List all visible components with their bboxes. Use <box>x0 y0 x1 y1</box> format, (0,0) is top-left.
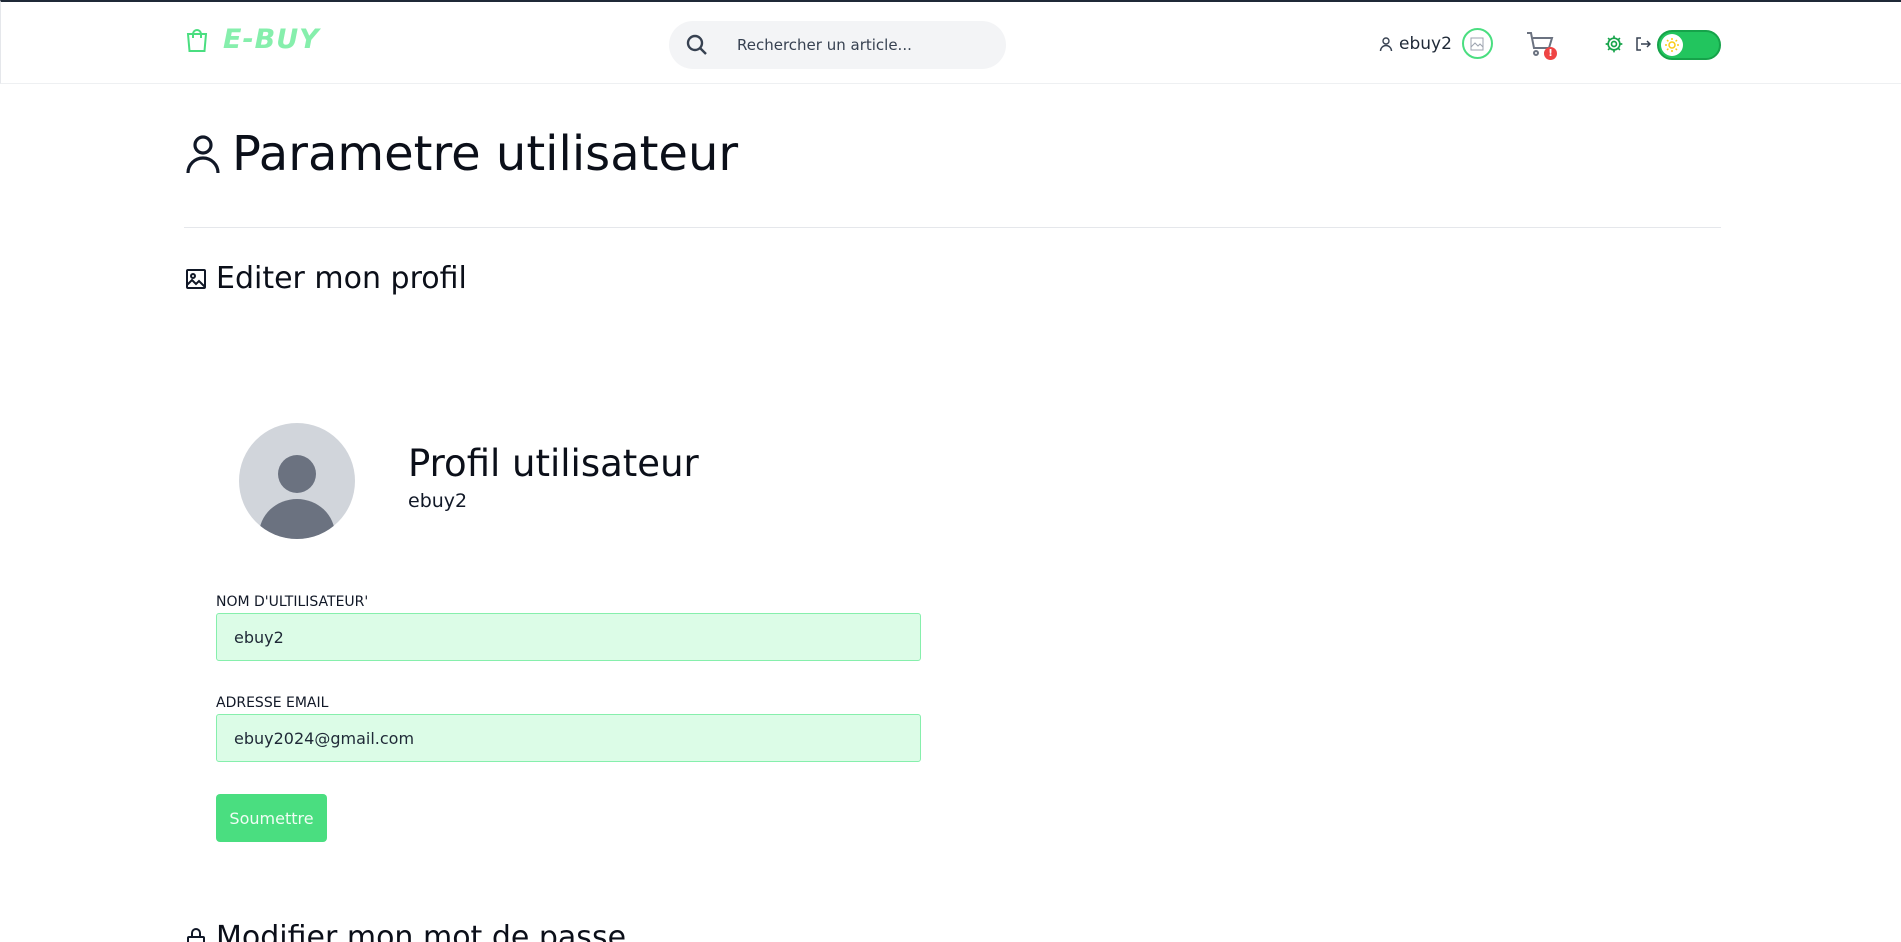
email-label: ADRESSE EMAIL <box>216 695 329 711</box>
edit-profile-heading: Editer mon profil <box>184 261 467 296</box>
image-icon <box>186 268 206 289</box>
password-title: Modifier mon mot de passe <box>216 920 627 942</box>
edit-profile-title: Editer mon profil <box>216 261 467 296</box>
email-field[interactable]: ebuy2024@gmail.com <box>216 714 921 762</box>
search-input[interactable]: Rechercher un article... <box>737 36 912 54</box>
page-title-text: Parametre utilisateur <box>232 126 739 182</box>
cart-badge: ! <box>1544 47 1557 60</box>
search-bar[interactable]: Rechercher un article... <box>669 21 1006 69</box>
brand-name: E-BUY <box>223 24 320 55</box>
profile-heading: Profil utilisateur <box>408 442 699 485</box>
profile-avatar[interactable] <box>239 423 355 539</box>
theme-toggle[interactable] <box>1657 30 1721 60</box>
cart-button[interactable]: ! <box>1525 30 1557 60</box>
profile-username: ebuy2 <box>408 490 468 512</box>
username-label: NOM D'ULTILISATEUR' <box>216 594 369 610</box>
default-avatar-icon <box>259 455 335 539</box>
username-field-value[interactable]: ebuy2 <box>234 628 284 647</box>
user-menu[interactable]: ebuy2 <box>1379 28 1493 59</box>
divider <box>184 227 1721 228</box>
logout-icon[interactable] <box>1635 36 1651 52</box>
lock-icon <box>187 927 205 942</box>
search-icon <box>686 34 707 55</box>
submit-button[interactable]: Soumettre <box>216 794 327 842</box>
sun-icon <box>1665 38 1679 52</box>
header-username[interactable]: ebuy2 <box>1399 34 1452 54</box>
password-heading: Modifier mon mot de passe <box>184 920 626 942</box>
toggle-knob <box>1661 34 1683 56</box>
header-avatar[interactable] <box>1461 28 1493 59</box>
broken-image-icon <box>1470 37 1484 50</box>
username-field[interactable]: ebuy2 <box>216 613 921 661</box>
settings-gear-icon[interactable] <box>1604 34 1624 54</box>
top-navbar: E-BUY Rechercher un article... ebuy2 ! <box>0 0 1901 84</box>
user-icon <box>1379 36 1393 51</box>
user-outline-icon <box>186 135 220 174</box>
brand-logo[interactable]: E-BUY <box>185 24 320 55</box>
email-field-value[interactable]: ebuy2024@gmail.com <box>234 729 414 748</box>
shopping-bag-icon <box>186 28 208 52</box>
page-title: Parametre utilisateur <box>184 126 738 182</box>
